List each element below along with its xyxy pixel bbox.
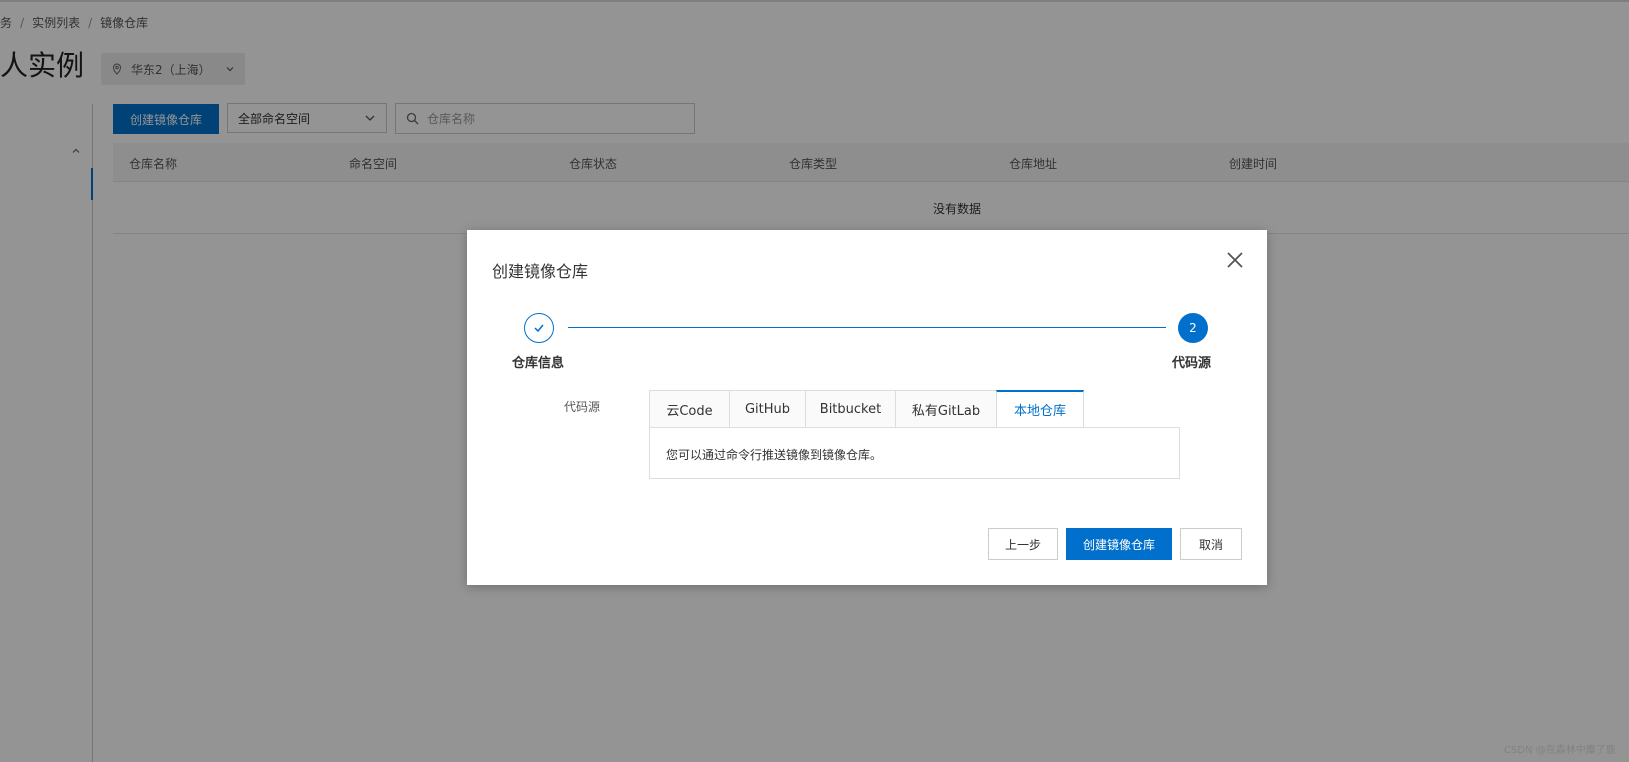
dialog-title: 创建镜像仓库 [492, 262, 589, 281]
step-1-label: 仓库信息 [512, 356, 565, 371]
close-icon[interactable] [1225, 250, 1245, 270]
tab-private-gitlab[interactable]: 私有GitLab [895, 390, 996, 428]
code-source-tabs: 云Code GitHub Bitbucket 私有GitLab 本地仓库 [649, 390, 1084, 428]
step-2-indicator: 2 [1178, 313, 1208, 343]
create-repo-submit-button[interactable]: 创建镜像仓库 [1066, 528, 1172, 560]
step-1-indicator [524, 313, 554, 343]
step-progress-line [568, 327, 1166, 328]
panel-text: 您可以通过命令行推送镜像到镜像仓库。 [666, 448, 883, 462]
cancel-button[interactable]: 取消 [1180, 528, 1242, 560]
step-2-number: 2 [1189, 321, 1197, 335]
tab-github[interactable]: GitHub [729, 390, 805, 428]
step-2-label: 代码源 [1172, 356, 1212, 371]
check-icon [534, 324, 544, 333]
prev-step-button[interactable]: 上一步 [988, 528, 1058, 560]
code-source-label: 代码源 [564, 400, 601, 414]
tab-panel: 您可以通过命令行推送镜像到镜像仓库。 [649, 427, 1180, 479]
create-repo-dialog: 创建镜像仓库 2 仓库信息 代码源 代码源 云Code GitHub Bitbu… [467, 230, 1267, 585]
tab-yun-code[interactable]: 云Code [649, 390, 729, 428]
tab-bitbucket[interactable]: Bitbucket [805, 390, 895, 428]
tab-local-repo[interactable]: 本地仓库 [996, 390, 1084, 428]
